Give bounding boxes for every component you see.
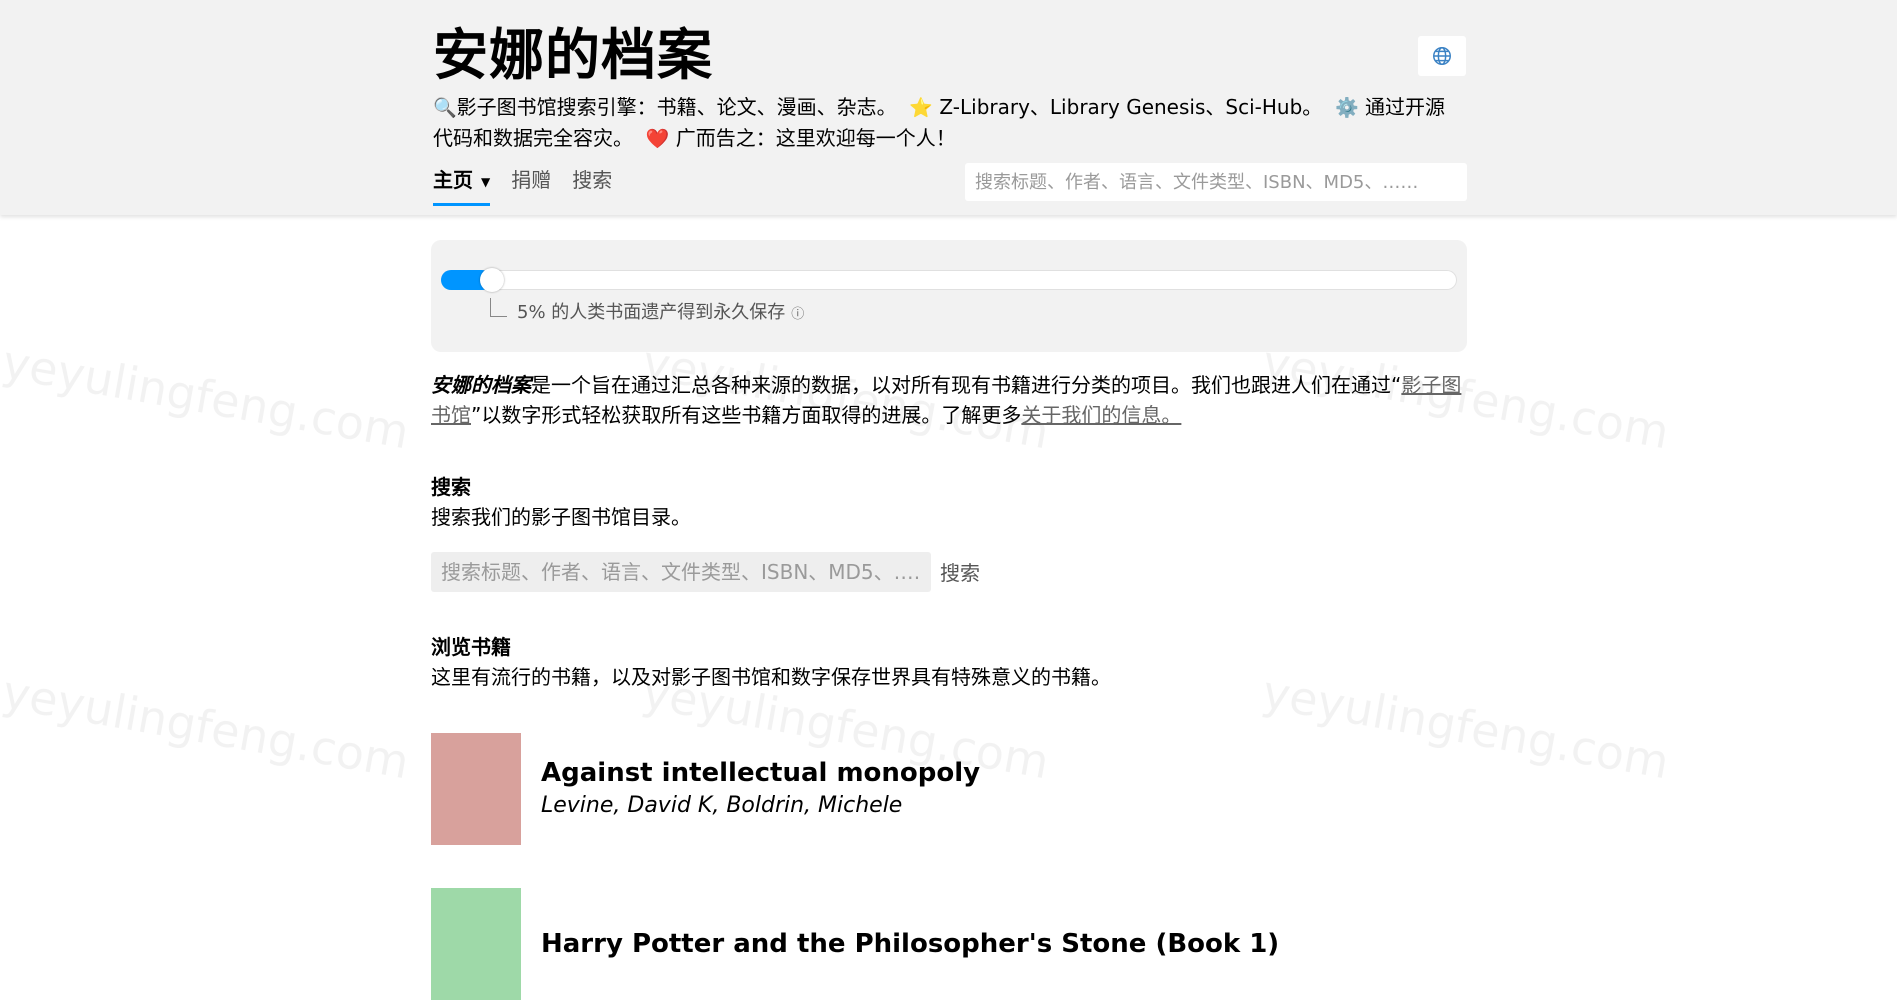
progress-label: 5% 的人类书面遗产得到永久保存 ⓘ xyxy=(517,300,804,328)
nav-donate[interactable]: 捐赠 xyxy=(511,163,551,197)
book-cover xyxy=(431,888,521,1000)
gear-icon: ⚙️ xyxy=(1334,97,1359,119)
main-search-button[interactable]: 搜索 xyxy=(940,557,980,586)
search-section-description: 搜索我们的影子图书馆目录。 xyxy=(431,505,691,529)
site-title[interactable]: 安娜的档案 xyxy=(433,22,713,88)
book-info: Harry Potter and the Philosopher's Stone… xyxy=(541,927,1279,961)
progress-label-text: 5% 的人类书面遗产得到永久保存 xyxy=(517,302,786,323)
book-title: Harry Potter and the Philosopher's Stone… xyxy=(541,929,1280,959)
tagline-ad: 广而告之：这里欢迎每一个人！ xyxy=(675,126,956,150)
main-search-input[interactable] xyxy=(431,552,931,592)
preservation-progress: 5% 的人类书面遗产得到永久保存 ⓘ xyxy=(431,240,1467,352)
intro-text-2: ”以数字形式轻松获取所有这些书籍方面取得的进展。了解更多 xyxy=(471,403,1022,427)
language-button[interactable] xyxy=(1418,36,1466,76)
star-icon: ⭐ xyxy=(909,97,934,119)
progress-track xyxy=(441,268,1457,292)
globe-icon xyxy=(1433,47,1451,65)
progress-connector xyxy=(490,298,507,317)
book-item[interactable]: Against intellectual monopoly Levine, Da… xyxy=(431,733,1331,845)
browse-section-description: 这里有流行的书籍，以及对影子图书馆和数字保存世界具有特殊意义的书籍。 xyxy=(431,665,1111,689)
tagline-search: 影子图书馆搜索引擎：书籍、论文、漫画、杂志。 xyxy=(456,95,897,119)
site-header: 安娜的档案 🔍影子图书馆搜索引擎：书籍、论文、漫画、杂志。 ⭐ Z-Librar… xyxy=(0,0,1897,215)
intro-brand: 安娜的档案 xyxy=(431,373,531,397)
intro-text-1: 是一个旨在通过汇总各种来源的数据，以对所有现有书籍进行分类的项目。我们也跟进人们… xyxy=(531,373,1402,397)
header-search-input[interactable] xyxy=(965,163,1467,201)
watermark: yeyulingfeng.com xyxy=(0,664,414,790)
info-icon[interactable]: ⓘ xyxy=(791,307,804,322)
tagline-sources: Z-Library、Library Genesis、Sci-Hub。 xyxy=(939,95,1323,119)
book-title: Against intellectual monopoly xyxy=(541,758,981,788)
book-author: Levine, David K, Boldrin, Michele xyxy=(541,793,903,818)
about-link[interactable]: 关于我们的信息。 xyxy=(1021,403,1181,427)
book-cover xyxy=(431,733,521,845)
book-info: Against intellectual monopoly Levine, Da… xyxy=(541,756,980,822)
nav-home[interactable]: 主页 ▼ xyxy=(433,163,491,206)
caret-down-icon: ▼ xyxy=(481,174,491,189)
book-item[interactable]: Harry Potter and the Philosopher's Stone… xyxy=(431,888,1331,1000)
heart-icon: ❤️ xyxy=(645,128,670,150)
search-section-title: 搜索 xyxy=(431,475,471,499)
watermark: yeyulingfeng.com xyxy=(0,334,414,460)
browse-section-title: 浏览书籍 xyxy=(431,635,511,659)
nav-home-label: 主页 xyxy=(433,168,473,192)
magnifier-icon: 🔍 xyxy=(433,97,457,119)
main-nav: 主页 ▼ 捐赠 搜索 xyxy=(433,163,633,206)
intro-paragraph: 安娜的档案是一个旨在通过汇总各种来源的数据，以对所有现有书籍进行分类的项目。我们… xyxy=(431,370,1467,430)
progress-knob xyxy=(479,268,504,292)
nav-search[interactable]: 搜索 xyxy=(572,163,612,197)
tagline: 🔍影子图书馆搜索引擎：书籍、论文、漫画、杂志。 ⭐ Z-Library、Libr… xyxy=(433,92,1453,154)
